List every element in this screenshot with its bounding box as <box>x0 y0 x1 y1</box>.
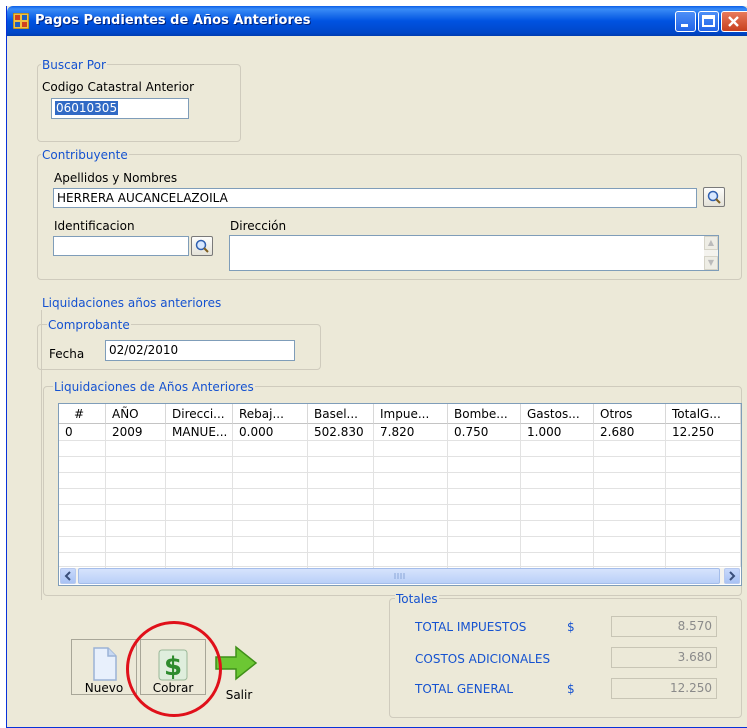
identificacion-input[interactable] <box>53 236 189 256</box>
apellidos-search-button[interactable] <box>703 187 725 207</box>
identificacion-label: Identificacion <box>54 219 135 233</box>
column-divider <box>665 424 666 569</box>
liquidaciones-grid-legend: Liquidaciones de Años Anteriores <box>53 380 255 394</box>
column-header-impuesto[interactable]: Impue... <box>374 404 448 424</box>
cell-impuesto: 7.820 <box>374 424 448 441</box>
column-header-direccion[interactable]: Direcci... <box>166 404 233 424</box>
costos-adicionales-label: COSTOS ADICIONALES <box>415 652 551 666</box>
empty-cell <box>59 441 741 457</box>
empty-cell <box>59 473 741 489</box>
apellidos-input[interactable]: HERRERA AUCANCELAZOILA <box>53 188 697 208</box>
maximize-button[interactable] <box>698 11 719 32</box>
total-impuestos-value: 8.570 <box>611 616 717 637</box>
horizontal-scrollbar[interactable] <box>60 568 740 584</box>
cell-total: 12.250 <box>666 424 741 441</box>
app-window: Pagos Pendientes de Años Anteriores Busc… <box>6 6 747 728</box>
minimize-icon <box>681 24 688 27</box>
cell-bomberos: 0.750 <box>448 424 521 441</box>
contribuyente-legend: Contribuyente <box>41 148 129 162</box>
scroll-down-button[interactable]: ▼ <box>704 256 718 270</box>
empty-cell <box>59 537 741 553</box>
column-divider <box>593 424 594 569</box>
column-divider <box>520 424 521 569</box>
column-header-numero[interactable]: # <box>59 404 106 424</box>
fecha-input[interactable]: 02/02/2010 <box>105 340 295 361</box>
search-icon <box>707 190 721 204</box>
total-impuestos-currency: $ <box>567 620 575 634</box>
identificacion-search-button[interactable] <box>191 236 213 256</box>
column-divider <box>307 424 308 569</box>
cell-rebaja: 0.000 <box>233 424 308 441</box>
codigo-catastral-label: Codigo Catastral Anterior <box>42 80 195 94</box>
cell-anio: 2009 <box>106 424 166 441</box>
arrow-left-icon <box>64 571 71 581</box>
column-header-bomberos[interactable]: Bombe... <box>448 404 521 424</box>
nuevo-label: Nuevo <box>84 681 124 695</box>
direccion-scrollbar[interactable]: ▲ ▼ <box>704 236 718 270</box>
empty-cell <box>59 553 741 567</box>
total-general-label: TOTAL GENERAL <box>415 682 514 696</box>
cell-direccion: MANUE... <box>166 424 233 441</box>
codigo-catastral-input[interactable]: 06010305 <box>51 98 189 119</box>
empty-cell <box>59 489 741 505</box>
close-icon <box>728 16 739 27</box>
scroll-left-button[interactable] <box>60 568 76 584</box>
totales-legend: Totales <box>395 592 439 606</box>
column-header-anio[interactable]: AÑO <box>106 404 166 424</box>
apellidos-label: Apellidos y Nombres <box>54 171 178 185</box>
column-header-rebaja[interactable]: Rebaj... <box>233 404 308 424</box>
search-icon <box>195 239 209 253</box>
codigo-catastral-value: 06010305 <box>55 101 119 115</box>
scroll-up-button[interactable]: ▲ <box>704 236 718 250</box>
grip-icon <box>394 573 405 579</box>
empty-cell <box>59 521 741 537</box>
fecha-label: Fecha <box>49 347 85 361</box>
column-divider <box>232 424 233 569</box>
column-divider <box>373 424 374 569</box>
direccion-textarea[interactable] <box>229 235 719 271</box>
column-divider <box>447 424 448 569</box>
cell-otros: 2.680 <box>594 424 666 441</box>
scroll-thumb[interactable] <box>78 568 720 584</box>
direccion-label: Dirección <box>230 219 287 233</box>
window-title: Pagos Pendientes de Años Anteriores <box>35 13 311 28</box>
total-general-value: 12.250 <box>611 678 717 699</box>
liquidaciones-legend: Liquidaciones años anteriores <box>41 296 223 310</box>
empty-cell <box>59 457 741 473</box>
scroll-right-button[interactable] <box>724 568 740 584</box>
column-divider <box>165 424 166 569</box>
column-header-base[interactable]: Basel... <box>308 404 374 424</box>
column-header-total[interactable]: TotalG... <box>666 404 741 424</box>
title-bar[interactable]: Pagos Pendientes de Años Anteriores <box>7 6 747 36</box>
minimize-button[interactable] <box>675 11 696 32</box>
column-divider <box>105 424 106 569</box>
cell-gastos: 1.000 <box>521 424 594 441</box>
maximize-icon <box>702 15 715 27</box>
app-icon <box>13 13 29 29</box>
costos-adicionales-value: 3.680 <box>611 647 717 668</box>
close-button[interactable] <box>721 11 747 32</box>
comprobante-legend: Comprobante <box>47 318 131 332</box>
total-impuestos-label: TOTAL IMPUESTOS <box>415 620 527 634</box>
empty-cell <box>59 505 741 521</box>
liquidaciones-table[interactable]: # AÑO Direcci... Rebaj... Basel... Impue… <box>58 403 742 586</box>
arrow-right-icon <box>729 571 736 581</box>
highlight-circle <box>126 621 222 717</box>
column-header-gastos[interactable]: Gastos... <box>521 404 594 424</box>
buscar-por-legend: Buscar Por <box>41 58 107 72</box>
total-general-currency: $ <box>567 682 575 696</box>
cell-base: 502.830 <box>308 424 374 441</box>
cell-numero: 0 <box>59 424 106 441</box>
column-header-otros[interactable]: Otros <box>594 404 666 424</box>
